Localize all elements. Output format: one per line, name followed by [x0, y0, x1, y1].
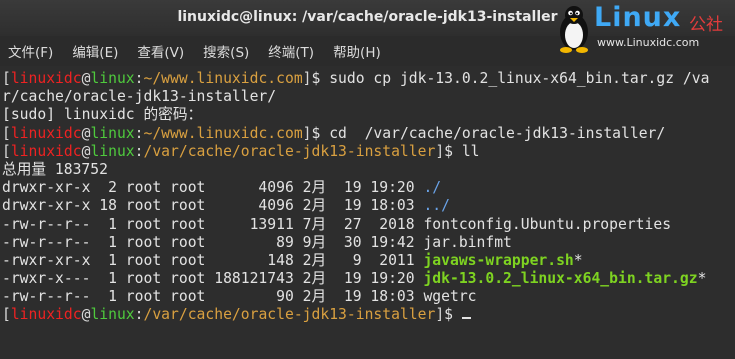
prompt-line: [linuxidc@linux:~/www.linuxidc.com]$ sud…	[2, 70, 710, 87]
linux-logo: Linux 公社 www.Linuxidc.com	[554, 2, 729, 54]
file-name: fontconfig.Ubuntu.properties	[423, 215, 672, 233]
file-row: -rw-r--r-- 1 root root 13911 7月 27 2018 …	[2, 216, 735, 234]
prompt-user: linuxidc	[10, 306, 82, 324]
prompt-user: linuxidc	[10, 124, 82, 142]
file-suffix: *	[573, 251, 583, 269]
menu-file[interactable]: 文件(F)	[8, 41, 53, 61]
prompt-path: ~/www.linuxidc.com	[143, 70, 303, 87]
file-row: -rwxr-x--- 1 root root 188121743 2月 19 1…	[2, 270, 735, 288]
menu-terminal[interactable]: 终端(T)	[268, 41, 314, 61]
text-cursor	[461, 317, 471, 320]
file-meta: -rw-r--r-- 1 root root 89 9月 30 19:42	[2, 233, 424, 251]
prompt-path: ~/www.linuxidc.com	[143, 124, 303, 142]
file-suffix: *	[697, 270, 707, 288]
tux-penguin-icon	[560, 6, 588, 53]
output-line: r/cache/oracle-jdk13-installer/	[2, 88, 277, 106]
terminal-output[interactable]: [linuxidc@linux:~/www.linuxidc.com]$ sud…	[0, 66, 735, 359]
prompt-user: linuxidc	[10, 70, 82, 87]
file-row: -rwxr-xr-x 1 root root 148 2月 9 2011 jav…	[2, 252, 735, 270]
prompt-path: /var/cache/oracle-jdk13-installer	[143, 306, 436, 324]
prompt-user: linuxidc	[10, 142, 82, 160]
sudo-password-prompt: [sudo] linuxidc 的密码：	[2, 106, 203, 124]
file-row: drwxr-xr-x 18 root root 4096 2月 19 18:03…	[2, 197, 735, 215]
file-name: wgetrc	[423, 288, 477, 306]
file-row: -rw-r--r-- 1 root root 89 9月 30 19:42 ja…	[2, 234, 735, 252]
command-text: $ ll	[444, 142, 480, 160]
prompt-line: [linuxidc@linux:/var/cache/oracle-jdk13-…	[2, 142, 480, 160]
file-meta: drwxr-xr-x 18 root root 4096 2月 19 18:03	[2, 197, 424, 215]
file-row: drwxr-xr-x 2 root root 4096 2月 19 19:20 …	[2, 179, 735, 197]
command-text: $	[444, 306, 462, 324]
prompt-host: linux	[90, 142, 135, 160]
prompt-line: [linuxidc@linux:/var/cache/oracle-jdk13-…	[2, 306, 735, 324]
file-meta: -rw-r--r-- 1 root root 13911 7月 27 2018	[2, 215, 424, 233]
command-text: $ cd /var/cache/oracle-jdk13-installer/	[311, 124, 666, 142]
file-name: ../	[423, 197, 450, 215]
command-text: $ sudo cp jdk-13.0.2_linux-x64_bin.tar.g…	[311, 70, 710, 87]
file-meta: -rwxr-xr-x 1 root root 148 2月 9 2011	[2, 251, 424, 269]
menu-view[interactable]: 查看(V)	[137, 41, 184, 61]
logo-wordmark: Linux	[594, 2, 682, 33]
prompt-host: linux	[90, 306, 135, 324]
file-meta: -rw-r--r-- 1 root root 90 2月 19 18:03	[2, 288, 424, 306]
file-meta: drwxr-xr-x 2 root root 4096 2月 19 19:20	[2, 179, 424, 197]
logo-url: www.Linuxidc.com	[597, 36, 700, 49]
prompt-line: [linuxidc@linux:~/www.linuxidc.com]$ cd …	[2, 124, 666, 142]
logo-cn-text: 公社	[689, 15, 723, 35]
file-row: -rw-r--r-- 1 root root 90 2月 19 18:03 wg…	[2, 288, 735, 306]
prompt-host: linux	[90, 124, 135, 142]
menu-help[interactable]: 帮助(H)	[333, 41, 381, 61]
file-name: javaws-wrapper.sh	[423, 251, 574, 269]
file-name: ./	[423, 179, 442, 197]
file-name: jdk-13.0.2_linux-x64_bin.tar.gz	[423, 270, 698, 288]
file-meta: -rwxr-x--- 1 root root 188121743 2月 19 1…	[2, 270, 424, 288]
total-line: 总用量 183752	[2, 160, 108, 178]
menu-search[interactable]: 搜索(S)	[203, 41, 249, 61]
menu-edit[interactable]: 编辑(E)	[72, 41, 118, 61]
prompt-host: linux	[90, 70, 135, 87]
prompt-path: /var/cache/oracle-jdk13-installer	[143, 142, 436, 160]
file-name: jar.binfmt	[423, 233, 512, 251]
